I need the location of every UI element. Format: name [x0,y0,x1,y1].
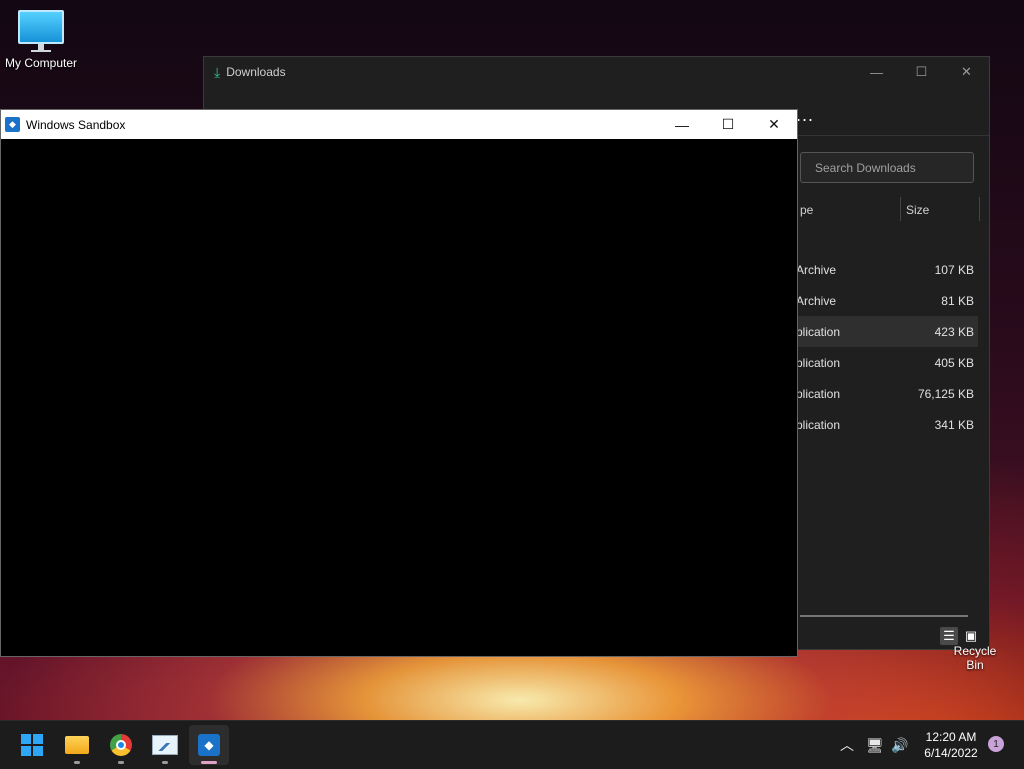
window-title: Downloads [226,65,286,79]
desktop-icon-label: My Computer [4,56,78,70]
file-size: 405 KB [934,356,974,370]
file-size: 341 KB [934,418,974,432]
network-icon[interactable]: 🖥 [866,721,884,769]
clock-time: 12:20 AM [925,730,977,744]
file-type: Archive [796,294,837,308]
file-row[interactable]: Archive 107 KB [794,254,978,285]
file-size: 423 KB [934,325,974,339]
maximize-button[interactable]: ☐ [705,110,751,139]
file-type: plication [796,418,841,432]
column-divider[interactable] [900,197,901,221]
file-row[interactable]: plication 405 KB [794,347,978,378]
chevron-up-icon: ︿ [840,737,854,753]
more-options-button[interactable]: ... [796,105,814,126]
resource-monitor-icon [152,735,178,755]
start-button[interactable] [12,725,52,765]
minimize-button[interactable]: — [659,110,705,139]
chrome-icon [110,734,132,756]
file-list: Archive 107 KB Archive 81 KB plication 4… [794,254,978,440]
file-row[interactable]: plication 341 KB [794,409,978,440]
show-hidden-icons-button[interactable]: ︿ [840,721,854,769]
close-button[interactable]: ✕ [751,110,797,139]
file-size: 107 KB [934,263,974,277]
sandbox-window[interactable]: ◆ Windows Sandbox — ☐ ✕ [0,109,798,657]
notification-badge[interactable]: 1 [988,736,1004,752]
sandbox-content[interactable] [1,139,797,656]
computer-icon [18,10,64,44]
maximize-button[interactable]: ☐ [899,57,944,87]
windows-sandbox-icon: ◆ [198,734,220,756]
taskbar-file-explorer[interactable] [57,725,97,765]
file-size: 76,125 KB [917,387,974,401]
folder-icon [65,736,89,754]
sandbox-logo-icon: ◆ [5,117,20,132]
file-row-selected[interactable]: plication 423 KB [794,316,978,347]
clock-date: 6/14/2022 [924,746,978,760]
taskbar-windows-sandbox[interactable]: ◆ [189,725,229,765]
desktop-icon-recycle-bin[interactable]: Recycle Bin [944,600,1006,672]
column-divider[interactable] [979,197,980,221]
search-input[interactable]: Search Downloads [800,152,974,183]
column-type[interactable]: pe [800,203,813,217]
file-row[interactable]: plication 76,125 KB [794,378,978,409]
clock[interactable]: 12:20 AM 6/14/2022 [915,729,987,761]
volume-icon[interactable]: 🔊 [891,721,908,769]
file-row[interactable]: Archive 81 KB [794,285,978,316]
file-size: 81 KB [941,294,974,308]
window-title: Windows Sandbox [26,117,126,132]
download-icon: ⤓ [214,63,221,80]
minimize-button[interactable]: — [854,57,899,87]
file-type: Archive [796,263,837,277]
file-type: plication [796,325,841,339]
column-header: pe Size [794,197,980,221]
desktop-icon-my-computer[interactable]: My Computer [2,10,80,70]
file-type: plication [796,356,841,370]
taskbar-chrome[interactable] [101,725,141,765]
close-button[interactable]: ✕ [944,57,989,87]
file-type: plication [796,387,841,401]
windows-logo-icon [21,734,43,756]
desktop-icon-label: Recycle Bin [953,644,997,672]
taskbar: ◆ ︿ 🖥 🔊 12:20 AM 6/14/2022 1 [0,720,1024,769]
column-size[interactable]: Size [906,203,929,217]
taskbar-resource-monitor[interactable] [145,725,185,765]
horizontal-scrollbar[interactable] [800,615,968,617]
